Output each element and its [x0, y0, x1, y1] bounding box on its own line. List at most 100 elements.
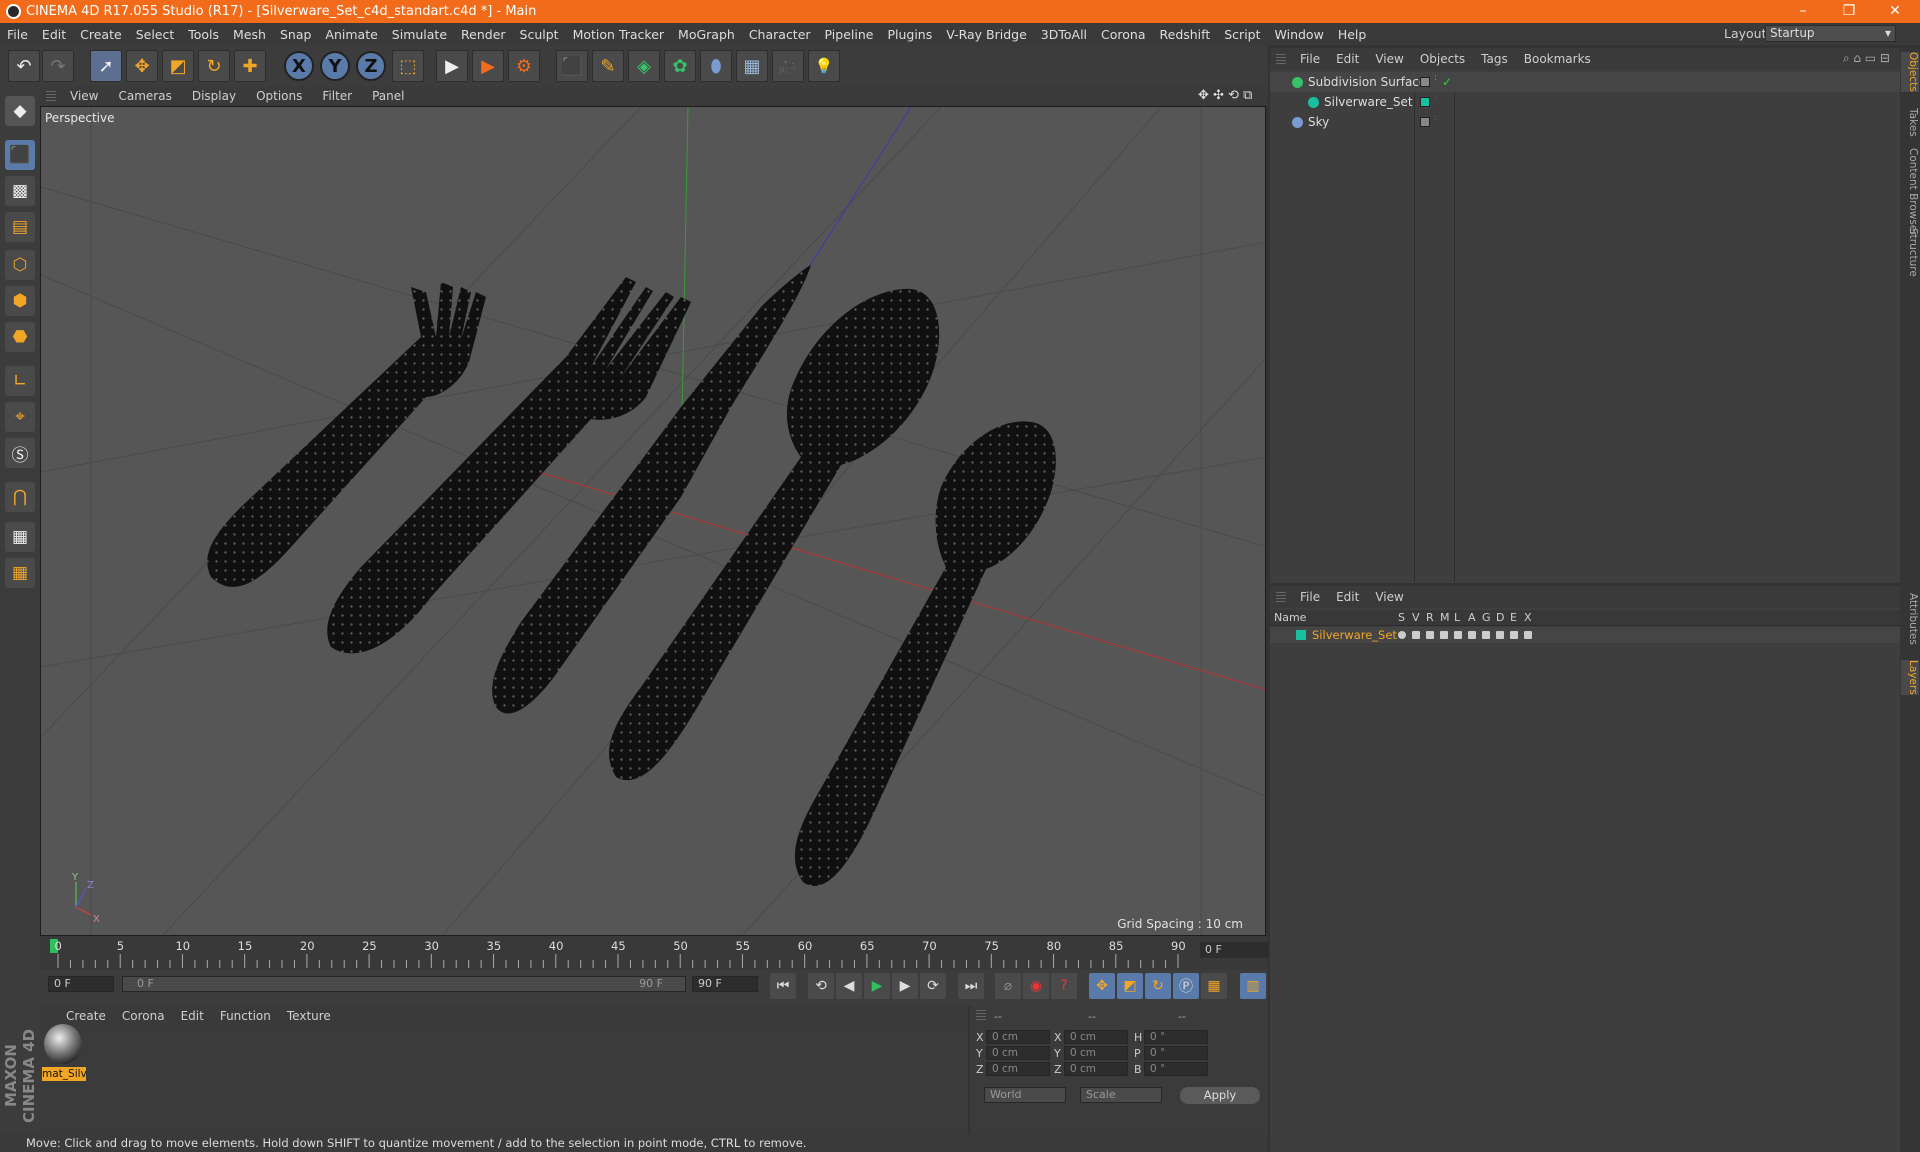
- material-menu-create[interactable]: Create: [58, 1009, 114, 1023]
- layer-toggle-icon[interactable]: [1496, 631, 1504, 639]
- object-menu-view[interactable]: View: [1367, 52, 1411, 66]
- layer-column-s[interactable]: S: [1398, 611, 1405, 624]
- apply-button[interactable]: Apply: [1180, 1087, 1260, 1104]
- object-name[interactable]: Subdivision Surface: [1308, 72, 1426, 92]
- move-tool-button[interactable]: ✥: [126, 50, 158, 82]
- range-slider[interactable]: 0 F 90 F: [122, 976, 686, 992]
- viewport-menu-options[interactable]: Options: [246, 89, 312, 103]
- current-frame-field[interactable]: 0 F: [1200, 942, 1268, 958]
- layer-toggle-icon[interactable]: [1482, 631, 1490, 639]
- points-mode-icon[interactable]: ⬡: [5, 250, 35, 280]
- undo-button[interactable]: ↶: [8, 50, 40, 82]
- object-visibility-dots[interactable]: [1420, 117, 1430, 127]
- deformer-icon[interactable]: ⬮: [700, 50, 732, 82]
- coord-value-field[interactable]: 0 cm: [986, 1030, 1050, 1044]
- side-tab-content-browser[interactable]: Content Browser: [1901, 148, 1919, 236]
- menu-file[interactable]: File: [0, 27, 35, 42]
- menu-select[interactable]: Select: [129, 27, 182, 42]
- floor-icon[interactable]: ▦: [736, 50, 768, 82]
- menu-script[interactable]: Script: [1217, 27, 1267, 42]
- menu-create[interactable]: Create: [73, 27, 129, 42]
- render-button[interactable]: ▶: [472, 50, 504, 82]
- menu-simulate[interactable]: Simulate: [385, 27, 454, 42]
- layer-color-swatch[interactable]: [1296, 630, 1306, 640]
- mograph-array-icon[interactable]: ✿: [664, 50, 696, 82]
- layer-toggle-icon[interactable]: [1468, 631, 1476, 639]
- material-menu-edit[interactable]: Edit: [173, 1009, 212, 1023]
- scale-tool-button[interactable]: ◩: [162, 50, 194, 82]
- polygons-mode-icon[interactable]: ⬣: [5, 322, 35, 352]
- viewport-menu-panel[interactable]: Panel: [362, 89, 414, 103]
- object-render-dots[interactable]: :: [1434, 94, 1437, 103]
- render-settings-button[interactable]: ⚙: [508, 50, 540, 82]
- material-menu-texture[interactable]: Texture: [279, 1009, 339, 1023]
- object-name[interactable]: Sky: [1308, 112, 1329, 132]
- y-axis-lock-button[interactable]: Y: [320, 51, 350, 81]
- coord-value-field[interactable]: 0 cm: [1064, 1030, 1128, 1044]
- menu-corona[interactable]: Corona: [1094, 27, 1152, 42]
- object-render-dots[interactable]: :: [1434, 114, 1437, 123]
- coord-value-field[interactable]: 0 cm: [986, 1046, 1050, 1060]
- make-editable-icon[interactable]: ◆: [5, 96, 35, 126]
- layer-menu-file[interactable]: File: [1292, 590, 1328, 604]
- layer-column-d[interactable]: D: [1496, 611, 1504, 624]
- material-menu-corona[interactable]: Corona: [114, 1009, 173, 1023]
- go-to-start-button[interactable]: ⏮: [770, 973, 796, 999]
- layer-column-v[interactable]: V: [1412, 611, 1420, 624]
- viewport-nav-icons[interactable]: ✥ ✣ ⟲ ⧉: [1198, 88, 1252, 103]
- previous-frame-button[interactable]: ◀: [836, 973, 862, 999]
- layer-column-x[interactable]: X: [1524, 611, 1532, 624]
- key-rotation-button[interactable]: ↻: [1145, 973, 1171, 999]
- pen-spline-icon[interactable]: ✎: [592, 50, 624, 82]
- rotate-tool-button[interactable]: ↻: [198, 50, 230, 82]
- menu-help[interactable]: Help: [1331, 27, 1374, 42]
- menu-animate[interactable]: Animate: [318, 27, 384, 42]
- menu-mograph[interactable]: MoGraph: [671, 27, 742, 42]
- live-selection-button[interactable]: ✚: [234, 50, 266, 82]
- layer-toggle-icon[interactable]: [1412, 631, 1420, 639]
- material-menu-function[interactable]: Function: [212, 1009, 279, 1023]
- texture-mode-icon[interactable]: ▩: [5, 176, 35, 206]
- model-mode-icon[interactable]: ⬛: [5, 140, 35, 170]
- viewport-menu-cameras[interactable]: Cameras: [108, 89, 181, 103]
- side-tab-attributes[interactable]: Attributes: [1901, 593, 1919, 645]
- object-menu-tags[interactable]: Tags: [1473, 52, 1516, 66]
- viewport-menu-filter[interactable]: Filter: [312, 89, 362, 103]
- side-tab-structure[interactable]: Structure: [1901, 228, 1919, 277]
- camera-icon[interactable]: 🎥: [772, 50, 804, 82]
- keyframe-selection-button[interactable]: ?: [1051, 973, 1077, 999]
- close-button[interactable]: ✕: [1872, 0, 1918, 23]
- menu-render[interactable]: Render: [454, 27, 513, 42]
- coord-value-field[interactable]: 0 cm: [986, 1062, 1050, 1076]
- layer-column-e[interactable]: E: [1510, 611, 1517, 624]
- menu-window[interactable]: Window: [1268, 27, 1331, 42]
- layer-column-l[interactable]: L: [1454, 611, 1460, 624]
- side-tab-layers[interactable]: Layers: [1901, 660, 1919, 695]
- record-keys-button[interactable]: ⌀: [995, 973, 1021, 999]
- previous-key-button[interactable]: ⟲: [808, 973, 834, 999]
- play-button[interactable]: ▶: [864, 973, 890, 999]
- coordinate-system-button[interactable]: ⬚: [392, 50, 424, 82]
- side-tab-objects[interactable]: Objects: [1901, 52, 1919, 92]
- menu-motion-tracker[interactable]: Motion Tracker: [566, 27, 671, 42]
- object-row[interactable]: Sky:: [1270, 112, 1900, 132]
- menu-mesh[interactable]: Mesh: [226, 27, 273, 42]
- object-visibility-dots[interactable]: [1420, 97, 1430, 107]
- object-menu-objects[interactable]: Objects: [1412, 52, 1473, 66]
- autokey-button[interactable]: ◉: [1023, 973, 1049, 999]
- layer-column-m[interactable]: M: [1440, 611, 1450, 624]
- layer-toggle-icon[interactable]: [1454, 631, 1462, 639]
- layer-name[interactable]: Silverware_Set: [1312, 627, 1397, 643]
- object-row[interactable]: Subdivision Surface: ✓: [1270, 72, 1900, 92]
- edges-mode-icon[interactable]: ⬢: [5, 286, 35, 316]
- redo-button[interactable]: ↷: [42, 50, 74, 82]
- x-axis-lock-button[interactable]: X: [284, 51, 314, 81]
- menu-edit[interactable]: Edit: [35, 27, 73, 42]
- key-scale-button[interactable]: ◩: [1117, 973, 1143, 999]
- layer-toggle-icon[interactable]: [1440, 631, 1448, 639]
- object-menu-file[interactable]: File: [1292, 52, 1328, 66]
- axis-mode-icon[interactable]: ∟: [5, 366, 35, 396]
- 3d-viewport[interactable]: Y Z X Perspective Grid Spacing : 10 cm: [40, 106, 1266, 936]
- subdivision-icon[interactable]: ◈: [628, 50, 660, 82]
- layer-column-g[interactable]: G: [1482, 611, 1491, 624]
